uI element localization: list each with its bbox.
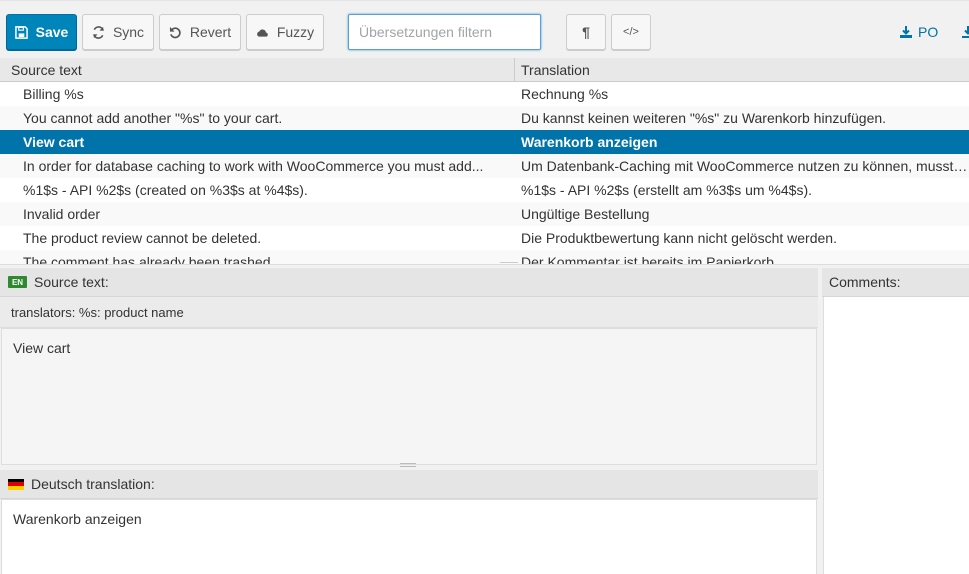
table-row[interactable]: %1$s - API %2$s (created on %3$s at %4$s… bbox=[0, 178, 969, 202]
table-row[interactable]: Invalid order Ungültige Bestellung bbox=[0, 202, 969, 226]
source-pane-title: Source text: bbox=[34, 274, 109, 290]
table-row-selected[interactable]: View cart Warenkorb anzeigen bbox=[0, 130, 969, 154]
row-translation: Rechnung %s bbox=[521, 86, 609, 102]
translation-pane-header: Deutsch translation: bbox=[0, 470, 818, 499]
row-source: Invalid order bbox=[23, 206, 101, 222]
row-translation: Warenkorb anzeigen bbox=[521, 134, 658, 150]
vertical-splitter[interactable] bbox=[818, 268, 822, 574]
source-text-view: View cart bbox=[1, 328, 817, 465]
save-button[interactable]: Save bbox=[6, 14, 77, 50]
fuzzy-button[interactable]: Fuzzy bbox=[246, 14, 324, 50]
row-translation: Du kannst keinen weiteren "%s" zu Warenk… bbox=[521, 110, 887, 126]
row-source: Billing %s bbox=[23, 86, 84, 102]
row-translation: Ungültige Bestellung bbox=[521, 206, 650, 222]
row-source: The comment has already been trashed. bbox=[23, 254, 275, 265]
row-source: You cannot add another "%s" to your cart… bbox=[23, 110, 283, 126]
row-source: View cart bbox=[23, 134, 85, 150]
string-list: Source text Translation Billing %s Rechn… bbox=[0, 58, 969, 265]
column-header-translation[interactable]: Translation bbox=[515, 58, 969, 81]
row-source: The product review cannot be deleted. bbox=[23, 230, 262, 246]
source-context: translators: %s: product name bbox=[0, 297, 818, 328]
pane-resize-handle[interactable] bbox=[400, 463, 416, 467]
revert-label: Revert bbox=[189, 24, 232, 40]
download-mo-link[interactable]: MO bbox=[962, 24, 969, 40]
column-header-source[interactable]: Source text bbox=[0, 58, 515, 81]
list-resize-handle[interactable] bbox=[500, 262, 518, 265]
list-header: Source text Translation bbox=[0, 58, 969, 82]
source-pane-header: EN Source text: bbox=[0, 268, 818, 297]
save-label: Save bbox=[35, 24, 69, 40]
code-icon: </> bbox=[623, 26, 639, 38]
table-row[interactable]: The comment has already been trashed. De… bbox=[0, 250, 969, 265]
row-translation: Der Kommentar ist bereits im Papierkorb. bbox=[521, 254, 778, 265]
row-translation: Die Produktbewertung kann nicht gelöscht… bbox=[521, 230, 837, 246]
translation-pane-title: Deutsch translation: bbox=[31, 476, 155, 492]
comments-pane-header: Comments: bbox=[822, 268, 969, 297]
cloud-icon bbox=[256, 29, 268, 37]
download-icon bbox=[900, 26, 912, 38]
floppy-disk-icon bbox=[14, 25, 28, 39]
revert-button[interactable]: Revert bbox=[159, 14, 241, 50]
english-flag-icon: EN bbox=[8, 276, 27, 288]
table-row[interactable]: The product review cannot be deleted. Di… bbox=[0, 226, 969, 250]
toggle-invisibles-button[interactable]: ¶ bbox=[566, 14, 606, 50]
list-rows: Billing %s Rechnung %s You cannot add an… bbox=[0, 82, 969, 265]
download-icon bbox=[962, 26, 969, 38]
pilcrow-icon: ¶ bbox=[582, 24, 590, 40]
translation-text-editor[interactable]: Warenkorb anzeigen bbox=[1, 499, 817, 574]
filter-input[interactable] bbox=[348, 14, 541, 50]
comments-pane-title: Comments: bbox=[829, 274, 901, 290]
download-po-link[interactable]: PO bbox=[900, 24, 938, 40]
table-row[interactable]: Billing %s Rechnung %s bbox=[0, 82, 969, 106]
row-source: %1$s - API %2$s (created on %3$s at %4$s… bbox=[23, 182, 308, 198]
sync-label: Sync bbox=[112, 24, 145, 40]
row-translation: Um Datenbank-Caching mit WooCommerce nut… bbox=[521, 158, 969, 174]
row-translation: %1$s - API %2$s (erstellt am %3$s um %4$… bbox=[521, 182, 812, 198]
download-po-label: PO bbox=[918, 24, 939, 40]
comments-editor[interactable] bbox=[823, 297, 969, 574]
german-flag-icon bbox=[8, 478, 24, 490]
undo-icon bbox=[169, 26, 181, 38]
fuzzy-label: Fuzzy bbox=[276, 24, 315, 40]
sync-button[interactable]: Sync bbox=[82, 14, 154, 50]
row-source: In order for database caching to work wi… bbox=[23, 158, 484, 174]
refresh-icon bbox=[92, 25, 104, 39]
table-row[interactable]: You cannot add another "%s" to your cart… bbox=[0, 106, 969, 130]
editor-toolbar: Save Sync Revert Fuzzy ¶ </> PO MO bbox=[0, 0, 969, 58]
table-row[interactable]: In order for database caching to work wi… bbox=[0, 154, 969, 178]
toggle-code-view-button[interactable]: </> bbox=[611, 14, 651, 50]
